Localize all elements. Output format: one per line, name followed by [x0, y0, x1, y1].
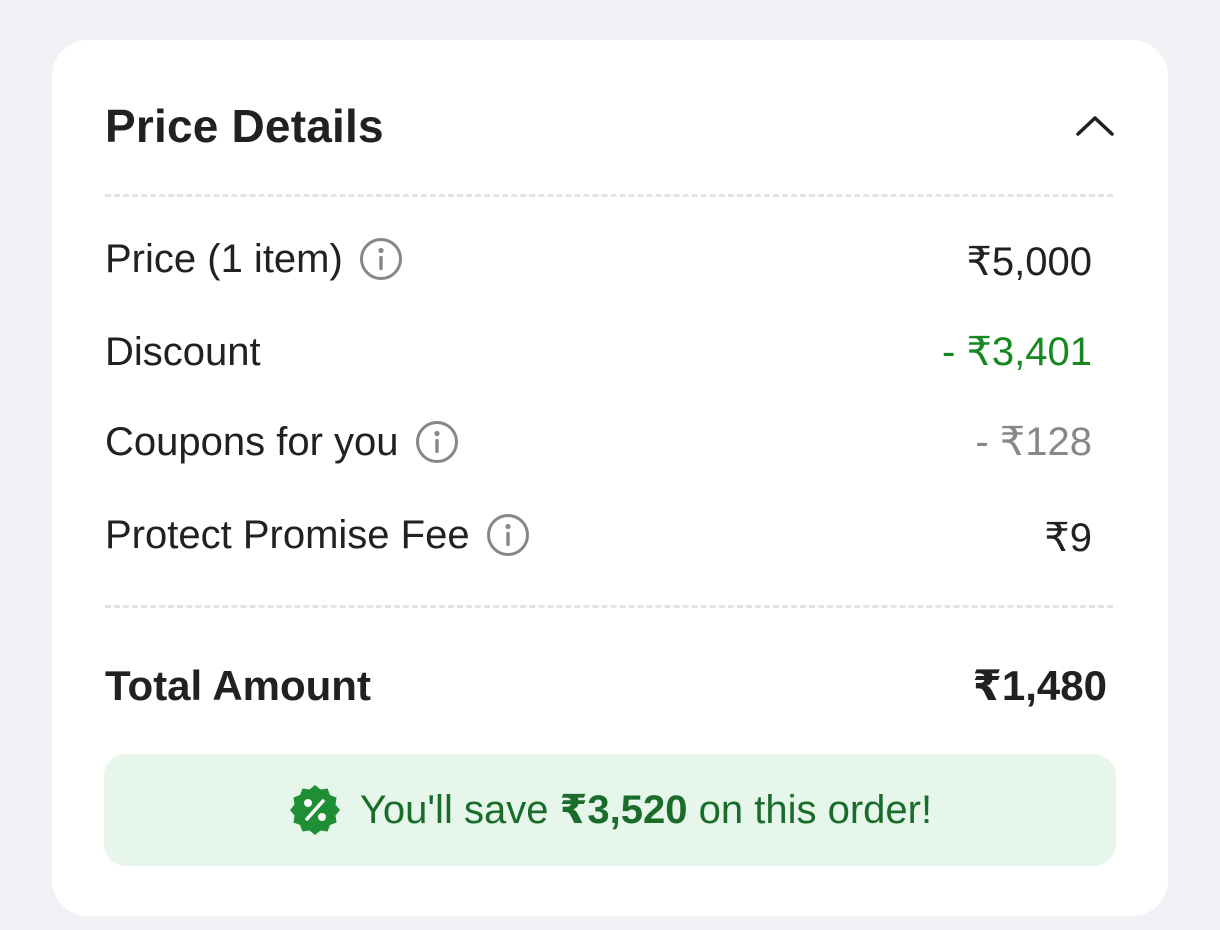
price-info-icon[interactable]: [359, 237, 403, 281]
price-details-title: Price Details: [105, 100, 384, 152]
protect-fee-info-icon[interactable]: [486, 513, 530, 557]
collapse-chevron-up-icon[interactable]: [1073, 106, 1117, 146]
protect-fee-label: Protect Promise Fee: [105, 513, 470, 557]
divider-top: [105, 194, 1113, 197]
total-amount-row: Total Amount ₹1,480: [105, 658, 1107, 714]
price-details-card: Price Details Price (1 item) ₹5,000 Disc…: [52, 40, 1168, 916]
savings-suffix: on this order!: [687, 788, 933, 832]
coupons-row: Coupons for you - ₹128: [105, 414, 1092, 470]
price-details-header[interactable]: Price Details: [105, 96, 1115, 156]
price-label: Price (1 item): [105, 237, 343, 281]
savings-amount: ₹3,520: [559, 788, 688, 832]
savings-banner: You'll save ₹3,520 on this order!: [104, 754, 1116, 866]
discount-label: Discount: [105, 330, 261, 374]
savings-prefix: You'll save: [359, 788, 560, 832]
protect-fee-row: Protect Promise Fee ₹9: [105, 507, 1092, 563]
total-amount-value: ₹1,480: [972, 662, 1107, 709]
discount-percent-badge-icon: [288, 783, 342, 837]
price-row: Price (1 item) ₹5,000: [105, 231, 1092, 287]
savings-message: You'll save ₹3,520 on this order!: [360, 787, 932, 833]
coupons-label: Coupons for you: [105, 420, 399, 464]
divider-bottom: [105, 605, 1113, 608]
discount-value: - ₹3,401: [942, 330, 1092, 374]
protect-fee-value: ₹9: [1044, 516, 1092, 560]
total-amount-label: Total Amount: [105, 662, 371, 709]
coupons-info-icon[interactable]: [415, 420, 459, 464]
price-value: ₹5,000: [966, 240, 1092, 284]
discount-row: Discount - ₹3,401: [105, 324, 1092, 380]
coupons-value: - ₹128: [975, 420, 1092, 464]
